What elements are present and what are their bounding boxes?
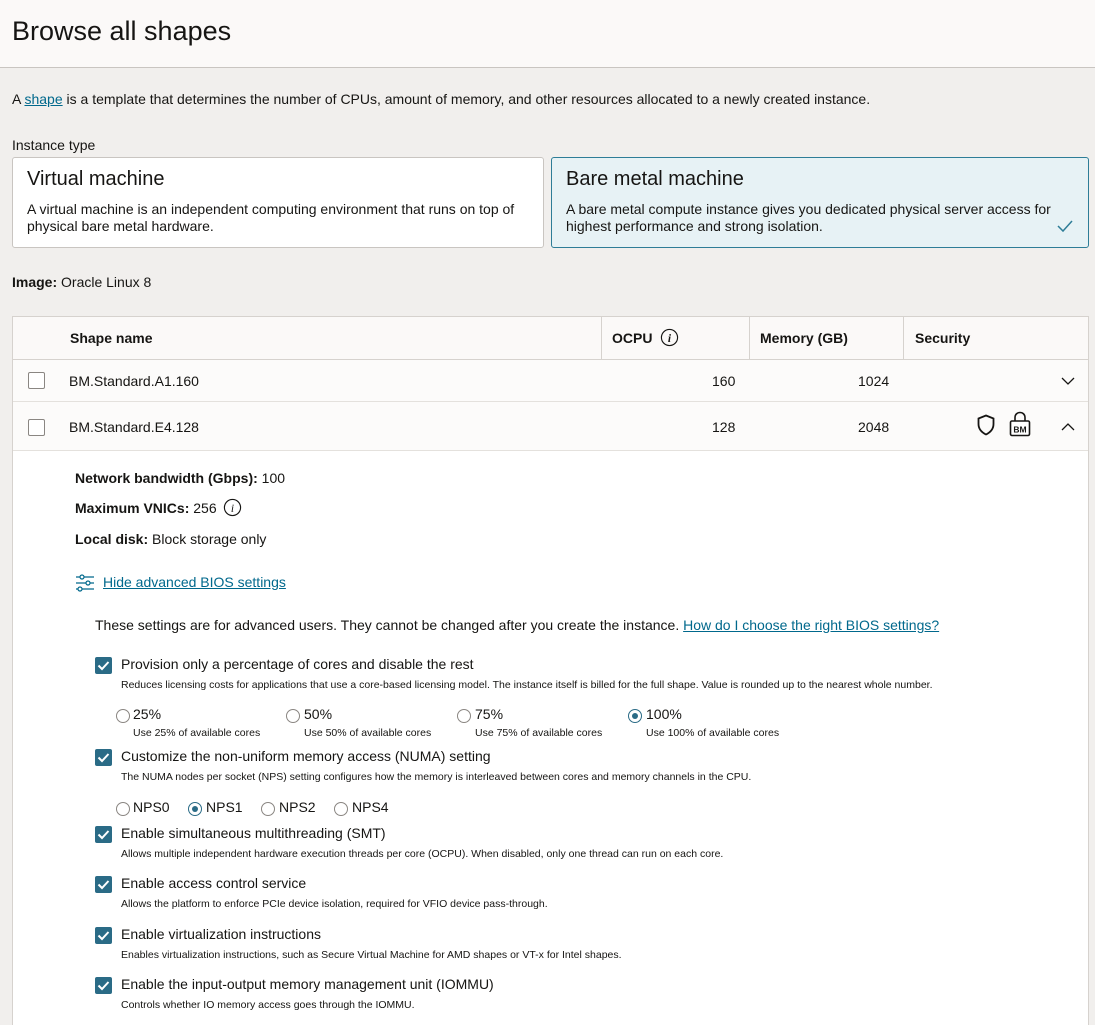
memory-value: 1024 <box>858 373 890 389</box>
maximum-vnics: Maximum VNICs: 256 i <box>75 498 242 517</box>
radio-75[interactable] <box>457 709 471 723</box>
row-checkbox[interactable] <box>28 372 45 389</box>
ocpu-value: 128 <box>712 419 736 435</box>
settings-sliders-icon <box>76 574 94 592</box>
instance-type-label: Instance type <box>12 137 96 153</box>
table-header: Shape name OCPU i Memory (GB) Security <box>13 317 1088 360</box>
svg-text:i: i <box>230 503 233 515</box>
numa-checkbox[interactable] <box>95 749 112 766</box>
card-description: A bare metal compute instance gives you … <box>566 201 1051 234</box>
memory-value: 2048 <box>858 419 890 435</box>
radio-100[interactable] <box>628 709 642 723</box>
radio-25[interactable] <box>116 709 130 723</box>
iommu-checkbox[interactable] <box>95 977 112 994</box>
smt-checkbox[interactable] <box>95 826 112 843</box>
virtualization-checkbox[interactable] <box>95 927 112 944</box>
shape-name: BM.Standard.E4.128 <box>69 419 199 435</box>
card-description: A virtual machine is an independent comp… <box>27 201 515 234</box>
radio-nps1[interactable] <box>188 802 202 816</box>
check-icon <box>97 931 110 941</box>
shield-icon <box>977 414 995 436</box>
column-security[interactable]: Security <box>915 317 970 359</box>
svg-text:i: i <box>668 333 672 345</box>
intro-text: A shape is a template that determines th… <box>12 91 871 107</box>
radio-50[interactable] <box>286 709 300 723</box>
check-icon <box>97 981 110 991</box>
card-title: Bare metal machine <box>566 168 744 190</box>
svg-text:BM: BM <box>1013 425 1026 435</box>
check-icon <box>97 661 110 671</box>
radio-nps4[interactable] <box>334 802 348 816</box>
bios-note: These settings are for advanced users. T… <box>95 617 940 633</box>
column-memory[interactable]: Memory (GB) <box>760 317 848 359</box>
radio-nps0[interactable] <box>116 802 130 816</box>
check-icon <box>97 753 110 763</box>
radio-nps2[interactable] <box>261 802 275 816</box>
shape-link[interactable]: shape <box>24 91 62 107</box>
acs-checkbox[interactable] <box>95 876 112 893</box>
bios-help-link[interactable]: How do I choose the right BIOS settings? <box>683 617 939 633</box>
column-ocpu[interactable]: OCPU i <box>612 317 679 359</box>
shape-details-panel: Network bandwidth (Gbps): 100 Maximum VN… <box>13 451 1088 1025</box>
page-header: Browse all shapes <box>0 0 1095 68</box>
page-title: Browse all shapes <box>12 16 232 46</box>
chevron-up-icon[interactable] <box>1060 419 1076 435</box>
virtual-machine-card[interactable]: Virtual machine A virtual machine is an … <box>12 157 544 248</box>
table-row[interactable]: BM.Standard.A1.160 160 1024 <box>13 360 1088 402</box>
check-icon <box>97 830 110 840</box>
table-row[interactable]: BM.Standard.E4.128 128 2048 BM <box>13 402 1088 451</box>
bm-lock-icon: BM <box>1009 411 1031 437</box>
column-shape-name[interactable]: Shape name <box>70 317 152 359</box>
checkmark-icon <box>1057 220 1073 233</box>
info-icon[interactable]: i <box>223 498 242 517</box>
card-title: Virtual machine <box>27 168 165 190</box>
shape-name: BM.Standard.A1.160 <box>69 373 199 389</box>
local-disk: Local disk: Block storage only <box>75 531 267 547</box>
info-icon[interactable]: i <box>660 328 679 347</box>
cores-checkbox[interactable] <box>95 657 112 674</box>
image-info: Image: Oracle Linux 8 <box>12 274 152 290</box>
row-checkbox[interactable] <box>28 419 45 436</box>
shapes-table: Shape name OCPU i Memory (GB) Security B… <box>12 316 1089 1025</box>
chevron-down-icon[interactable] <box>1060 373 1076 389</box>
ocpu-value: 160 <box>712 373 736 389</box>
network-bandwidth: Network bandwidth (Gbps): 100 <box>75 470 286 486</box>
hide-bios-settings-link[interactable]: Hide advanced BIOS settings <box>75 574 286 592</box>
check-icon <box>97 880 110 890</box>
bare-metal-machine-card[interactable]: Bare metal machine A bare metal compute … <box>551 157 1089 248</box>
